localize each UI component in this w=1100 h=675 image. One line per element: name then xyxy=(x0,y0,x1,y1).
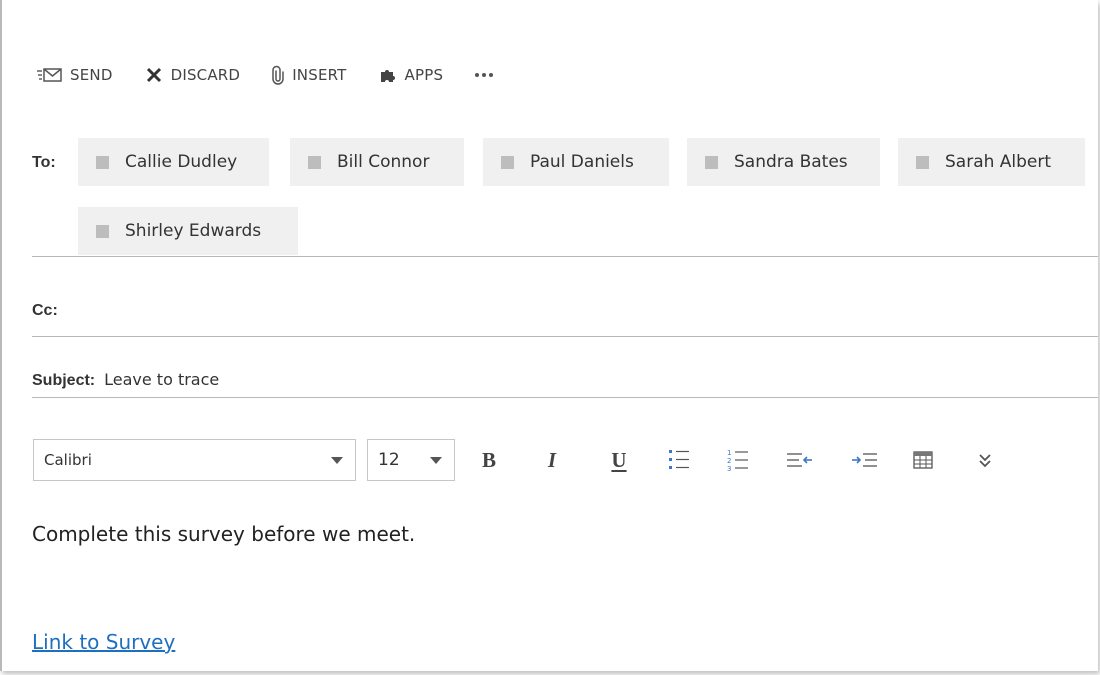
recipient-chip[interactable]: Bill Connor xyxy=(290,138,464,186)
bold-button[interactable]: B xyxy=(476,444,502,476)
recipient-name: Shirley Edwards xyxy=(125,221,262,241)
underline-button[interactable]: U xyxy=(606,444,632,476)
to-label: To: xyxy=(32,154,56,171)
recipient-name: Sandra Bates xyxy=(734,152,848,172)
recipient-name: Bill Connor xyxy=(337,152,430,172)
close-x-icon xyxy=(145,66,163,84)
increase-indent-icon xyxy=(851,450,879,470)
insert-label: INSERT xyxy=(292,66,347,84)
apps-label: APPS xyxy=(404,66,444,84)
svg-text:1: 1 xyxy=(727,449,731,457)
recipient-chip[interactable]: Callie Dudley xyxy=(78,138,269,186)
recipient-chip[interactable]: Sandra Bates xyxy=(687,138,880,186)
subject-field[interactable]: Subject: Leave to trace xyxy=(32,370,219,390)
recipient-chip[interactable]: Sarah Albert xyxy=(898,138,1085,186)
bullet-list-button[interactable] xyxy=(665,444,693,476)
compose-toolbar: SEND DISCARD INSERT APPS xyxy=(36,60,496,90)
svg-text:2: 2 xyxy=(727,457,731,465)
italic-button[interactable]: I xyxy=(539,444,565,476)
subject-field-divider xyxy=(32,397,1098,398)
font-size-select[interactable]: 12 xyxy=(367,439,455,481)
font-family-value: Calibri xyxy=(44,451,92,469)
contact-marker-icon xyxy=(705,155,718,169)
decrease-indent-icon xyxy=(785,450,813,470)
compose-window: SEND DISCARD INSERT APPS To: Callie Dudl… xyxy=(0,0,1098,671)
paperclip-icon xyxy=(272,65,284,85)
recipient-name: Callie Dudley xyxy=(125,152,238,172)
discard-button[interactable]: DISCARD xyxy=(145,66,241,84)
message-body-text[interactable]: Complete this survey before we meet. xyxy=(32,522,415,546)
contact-marker-icon xyxy=(501,155,514,169)
recipient-name: Paul Daniels xyxy=(530,152,634,172)
double-chevron-down-icon xyxy=(978,452,992,468)
contact-marker-icon xyxy=(308,155,321,169)
decrease-indent-button[interactable] xyxy=(784,444,814,476)
expand-format-toolbar-button[interactable] xyxy=(972,444,998,476)
subject-input[interactable]: Leave to trace xyxy=(104,370,219,389)
puzzle-icon xyxy=(379,67,397,83)
cc-label: Cc: xyxy=(32,302,58,319)
apps-button[interactable]: APPS xyxy=(379,66,444,84)
recipient-chip[interactable]: Shirley Edwards xyxy=(78,207,298,255)
to-field-divider xyxy=(32,256,1098,257)
contact-marker-icon xyxy=(96,155,109,169)
bullet-list-icon xyxy=(667,447,691,473)
font-family-select[interactable]: Calibri xyxy=(33,439,356,481)
send-button[interactable]: SEND xyxy=(36,66,113,84)
increase-indent-button[interactable] xyxy=(850,444,880,476)
svg-text:3: 3 xyxy=(727,465,731,473)
chevron-down-icon xyxy=(430,456,442,464)
contact-marker-icon xyxy=(916,155,929,169)
discard-label: DISCARD xyxy=(170,66,241,84)
table-icon xyxy=(913,451,933,469)
recipient-chip[interactable]: Paul Daniels xyxy=(483,138,669,186)
numbered-list-icon: 1 2 3 xyxy=(726,447,750,473)
contact-marker-icon xyxy=(96,224,109,238)
numbered-list-button[interactable]: 1 2 3 xyxy=(724,444,752,476)
send-mail-icon xyxy=(36,67,62,83)
subject-label: Subject: xyxy=(32,372,96,389)
font-size-value: 12 xyxy=(378,450,400,470)
cc-field-divider xyxy=(32,336,1098,337)
survey-link[interactable]: Link to Survey xyxy=(32,630,175,654)
insert-button[interactable]: INSERT xyxy=(272,65,346,85)
chevron-down-icon xyxy=(331,456,343,464)
insert-table-button[interactable] xyxy=(909,444,937,476)
more-options-button[interactable] xyxy=(475,73,496,77)
more-ellipsis-icon xyxy=(475,73,496,77)
send-label: SEND xyxy=(70,66,113,84)
recipient-name: Sarah Albert xyxy=(945,152,1052,172)
